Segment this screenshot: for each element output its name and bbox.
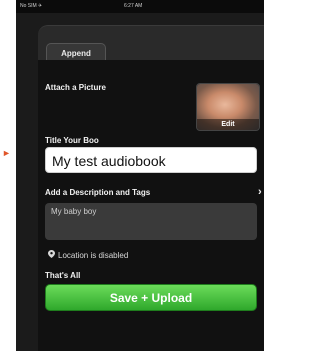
photo-thumbnail[interactable]: Edit [196, 83, 260, 131]
status-bar: No SIM ✈ 6:27 AM [16, 0, 264, 13]
location-status-text: Location is disabled [58, 250, 129, 260]
edit-photo-button[interactable]: Edit [197, 119, 259, 130]
pointer-arrow-icon: ► [2, 148, 11, 158]
location-pin-icon [48, 250, 55, 260]
title-label: Title Your Boo [45, 136, 99, 145]
chevron-right-icon[interactable]: › [258, 186, 262, 198]
ipad-screen: No SIM ✈ 6:27 AM Append Attach a Picture… [16, 0, 264, 351]
thats-all-label: That's All [45, 271, 81, 280]
form-content: Attach a Picture Edit Title Your Boo My … [38, 60, 264, 351]
attach-picture-label: Attach a Picture [45, 83, 106, 92]
carrier-text: No SIM ✈ [20, 3, 43, 9]
clock-text: 6:27 AM [124, 3, 143, 9]
description-textarea[interactable]: My baby boy [45, 203, 257, 240]
save-upload-button[interactable]: Save + Upload [45, 284, 257, 311]
title-input[interactable]: My test audiobook [45, 147, 257, 173]
nav-bar: Append [38, 25, 264, 62]
location-row: Location is disabled [48, 250, 128, 260]
description-label: Add a Description and Tags [45, 188, 151, 197]
